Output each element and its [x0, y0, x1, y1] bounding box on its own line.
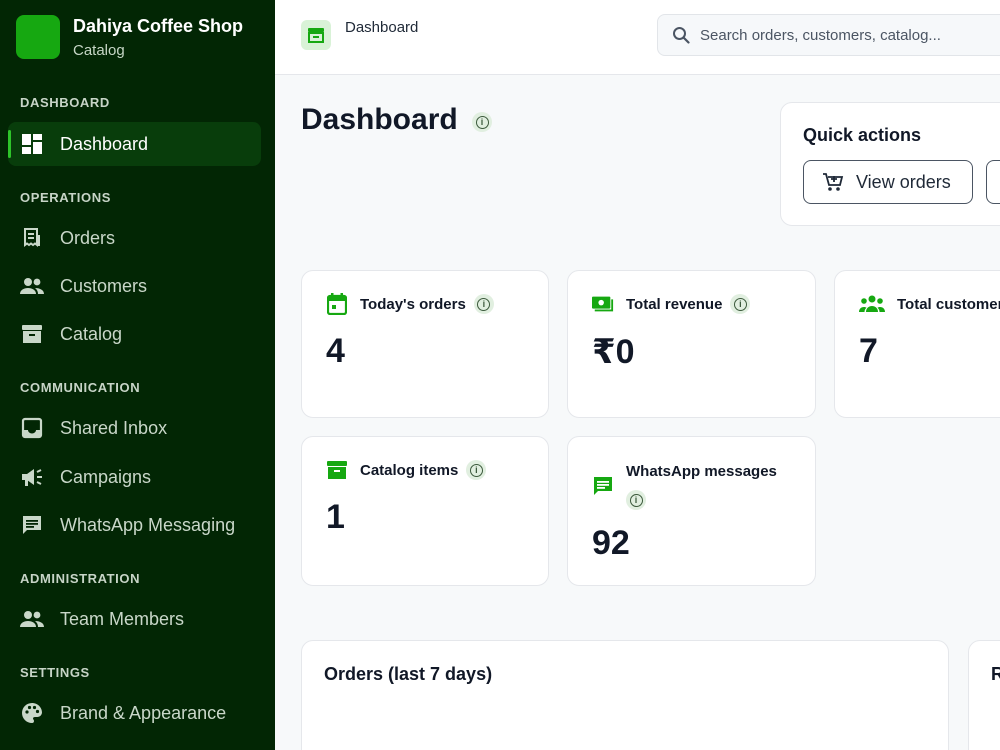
sidebar-item-label: Shared Inbox — [60, 417, 168, 438]
sidebar-item-whatsapp-messaging[interactable]: WhatsApp Messaging — [8, 503, 261, 547]
breadcrumb[interactable]: Dashboard — [345, 19, 418, 36]
stat-card-total-revenue[interactable]: Total revenue i ₹0 — [567, 270, 816, 418]
card-value: ₹0 — [592, 333, 635, 371]
card-header: Catalog items i — [326, 459, 487, 481]
section-label-operations: OPERATIONS — [20, 190, 111, 205]
sidebar-item-label: Team Members — [60, 608, 185, 629]
quick-actions-title: Quick actions — [803, 125, 922, 145]
card-value: 92 — [592, 524, 630, 562]
quick-actions-card: Quick actions View orders — [780, 102, 1000, 226]
section-label-settings: SETTINGS — [20, 665, 90, 680]
sidebar-item-orders[interactable]: Orders — [8, 216, 261, 260]
archive-box-icon — [326, 459, 348, 481]
inbox-icon — [20, 416, 44, 440]
people-icon — [20, 274, 44, 298]
sidebar-item-label: Dashboard — [60, 133, 149, 154]
dashboard-grid-icon — [20, 132, 44, 156]
store-icon — [301, 20, 331, 50]
brand-name: Dahiya Coffee Shop — [73, 16, 244, 36]
card-value: 1 — [326, 498, 345, 536]
topbar: Dashboard — [275, 0, 1000, 75]
search-icon — [672, 26, 690, 44]
sidebar-item-label: WhatsApp Messaging — [60, 514, 236, 535]
palette-icon — [20, 701, 44, 725]
page-title: Dashboard — [301, 103, 458, 136]
sidebar-item-team-members[interactable]: Team Members — [8, 597, 261, 641]
stat-card-catalog-items[interactable]: Catalog items i 1 — [301, 436, 549, 586]
megaphone-icon — [20, 465, 44, 489]
card-value: 7 — [859, 332, 878, 370]
people-icon — [20, 607, 44, 631]
sidebar-item-campaigns[interactable]: Campaigns — [8, 455, 261, 499]
card-label: Total revenue — [626, 295, 723, 313]
chat-icon — [20, 513, 44, 537]
cart-icon — [822, 171, 844, 193]
group-icon — [859, 293, 885, 315]
section-label-administration: ADMINISTRATION — [20, 571, 141, 586]
info-icon[interactable]: i — [466, 460, 487, 480]
info-icon[interactable]: i — [472, 112, 492, 132]
section-label-communication: COMMUNICATION — [20, 380, 141, 395]
search-box[interactable] — [657, 14, 1000, 56]
stat-card-total-customers[interactable]: Total customer 7 — [834, 270, 1000, 418]
section-label-dashboard: DASHBOARD — [20, 95, 110, 110]
view-orders-label: View orders — [856, 171, 951, 192]
sidebar-item-label: Catalog — [60, 323, 123, 344]
search-input[interactable] — [700, 26, 1000, 44]
sidebar-item-dashboard[interactable]: Dashboard — [8, 122, 261, 166]
sidebar-item-catalog[interactable]: Catalog — [8, 312, 261, 356]
archive-box-icon — [20, 322, 44, 346]
sidebar-item-label: Brand & Appearance — [60, 702, 227, 723]
info-icon[interactable]: i — [626, 490, 646, 510]
stat-card-whatsapp-messages[interactable]: WhatsApp messages i 92 — [567, 436, 816, 586]
panel-title: R — [991, 664, 1000, 684]
view-orders-button[interactable]: View orders — [803, 160, 973, 204]
card-header: Total customer — [859, 293, 1000, 315]
brand-subtitle: Catalog — [73, 42, 125, 59]
chat-icon — [592, 475, 614, 497]
sidebar-item-label: Customers — [60, 275, 148, 296]
receipt-icon — [20, 226, 44, 250]
calendar-icon — [326, 293, 348, 315]
orders-chart-panel: Orders (last 7 days) — [301, 640, 949, 750]
card-label: Today's orders — [360, 295, 466, 313]
card-value: 4 — [326, 332, 345, 370]
sidebar-item-customers[interactable]: Customers — [8, 264, 261, 308]
stat-card-todays-orders[interactable]: Today's orders i 4 — [301, 270, 549, 418]
info-icon[interactable]: i — [730, 294, 751, 314]
sidebar-item-brand-appearance[interactable]: Brand & Appearance — [8, 691, 261, 735]
brand-text: Dahiya Coffee Shop Catalog — [73, 16, 243, 59]
sidebar-item-label: Campaigns — [60, 466, 152, 487]
right-panel: R — [968, 640, 1000, 750]
panel-title: Orders (last 7 days) — [324, 664, 493, 684]
quick-action-button[interactable] — [986, 160, 1000, 204]
card-header: Total revenue i — [592, 293, 751, 315]
card-header: Today's orders i — [326, 293, 494, 315]
sidebar: Dahiya Coffee Shop Catalog DASHBOARD Das… — [0, 0, 275, 750]
card-label: Total customer — [897, 295, 1000, 313]
cash-icon — [592, 293, 614, 315]
card-label: WhatsApp messages — [626, 463, 777, 480]
info-icon[interactable]: i — [473, 294, 494, 314]
brand[interactable]: Dahiya Coffee Shop Catalog — [16, 15, 243, 59]
sidebar-item-shared-inbox[interactable]: Shared Inbox — [8, 406, 261, 450]
sidebar-item-label: Orders — [60, 227, 116, 248]
card-label: Catalog items — [360, 461, 459, 479]
brand-logo — [16, 15, 60, 59]
